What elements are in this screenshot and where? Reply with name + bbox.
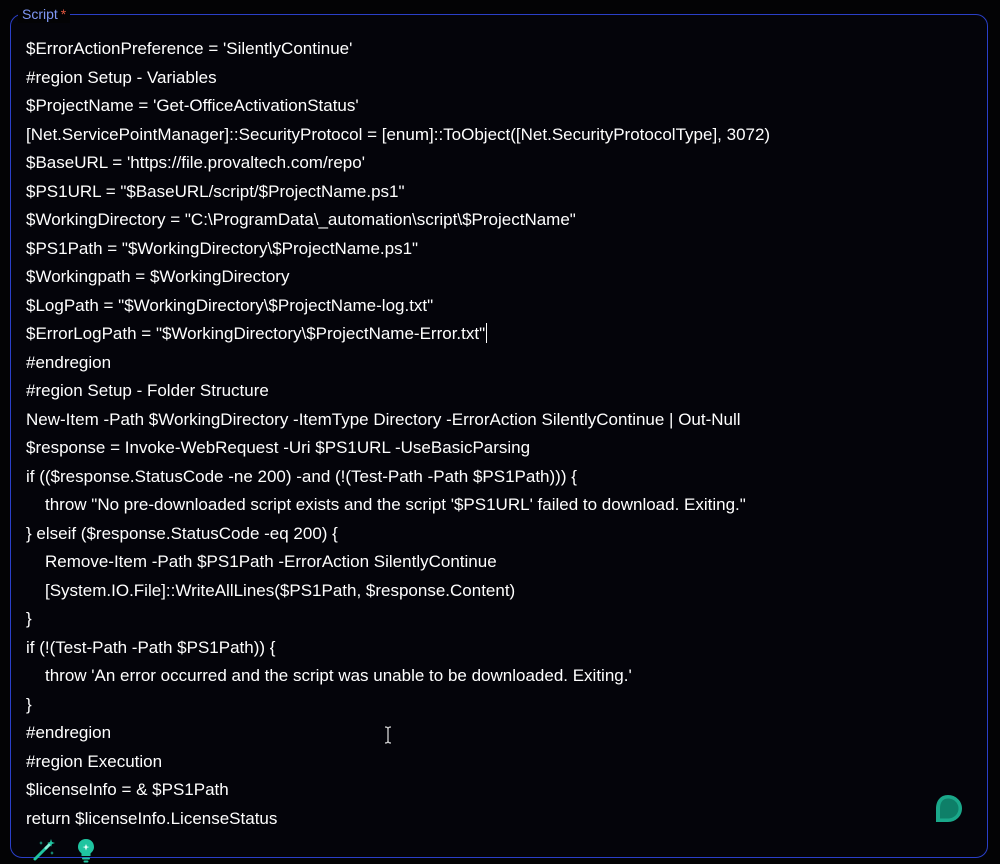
code-line-text: [Net.ServicePointManager]::SecurityProto…	[26, 124, 771, 144]
code-line-text: Remove-Item -Path $PS1Path -ErrorAction …	[45, 552, 497, 571]
lightbulb-button[interactable]	[72, 836, 100, 864]
code-line-text: #endregion	[26, 352, 112, 372]
code-line-text: $PS1URL = "$BaseURL/script/$ProjectName.…	[26, 181, 405, 201]
code-line: #region Setup - Variables	[26, 64, 976, 93]
code-line: $PS1Path = "$WorkingDirectory\$ProjectNa…	[26, 235, 976, 264]
code-line: #region Setup - Folder Structure	[26, 377, 976, 406]
lightbulb-icon	[78, 839, 94, 863]
code-line: $licenseInfo = & $PS1Path	[26, 776, 976, 805]
code-line-text: throw "No pre-downloaded script exists a…	[45, 495, 746, 514]
code-line-text: $PS1Path = "$WorkingDirectory\$ProjectNa…	[26, 238, 419, 258]
code-line: #region Execution	[26, 748, 976, 777]
code-line: if (($response.StatusCode -ne 200) -and …	[26, 463, 976, 492]
code-line: return $licenseInfo.LicenseStatus	[26, 805, 976, 834]
code-line-text: $ProjectName = 'Get-OfficeActivationStat…	[26, 96, 359, 115]
code-line-text: }	[26, 694, 32, 714]
text-cursor-icon	[384, 726, 392, 744]
code-line-text: $Workingpath = $WorkingDirectory	[26, 267, 290, 286]
code-line-text: throw 'An error occurred and the script …	[45, 666, 632, 685]
code-line-text: New-Item -Path $WorkingDirectory -ItemTy…	[26, 409, 741, 429]
code-line: $ErrorLogPath = "$WorkingDirectory\$Proj…	[26, 320, 976, 349]
code-line: throw "No pre-downloaded script exists a…	[26, 491, 976, 520]
code-line: if (!(Test-Path -Path $PS1Path)) {	[26, 634, 976, 663]
code-line-text: if (!(Test-Path -Path $PS1Path)) {	[26, 637, 276, 657]
code-line: $response = Invoke-WebRequest -Uri $PS1U…	[26, 434, 976, 463]
code-line: $PS1URL = "$BaseURL/script/$ProjectName.…	[26, 178, 976, 207]
code-line-text: #region Execution	[26, 751, 163, 771]
code-line-text: $BaseURL = 'https://file.provaltech.com/…	[26, 153, 365, 172]
code-line: throw 'An error occurred and the script …	[26, 662, 976, 691]
code-line: }	[26, 605, 976, 634]
code-line: New-Item -Path $WorkingDirectory -ItemTy…	[26, 406, 976, 435]
code-line: #endregion	[26, 719, 976, 748]
code-line: #endregion	[26, 349, 976, 378]
code-line: $ProjectName = 'Get-OfficeActivationStat…	[26, 92, 976, 121]
code-line: } elseif ($response.StatusCode -eq 200) …	[26, 520, 976, 549]
code-line: $WorkingDirectory = "C:\ProgramData\_aut…	[26, 206, 976, 235]
script-label-text: Script	[22, 6, 58, 22]
code-line-text: }	[26, 609, 32, 628]
code-line-text: } elseif ($response.StatusCode -eq 200) …	[26, 523, 338, 543]
code-line: }	[26, 691, 976, 720]
code-line: [System.IO.File]::WriteAllLines($PS1Path…	[26, 577, 976, 606]
code-line-text: $response = Invoke-WebRequest -Uri $PS1U…	[26, 438, 531, 457]
code-line-text: $WorkingDirectory = "C:\ProgramData\_aut…	[26, 210, 576, 229]
code-line: [Net.ServicePointManager]::SecurityProto…	[26, 121, 976, 150]
required-marker: *	[60, 6, 67, 22]
code-line-text: return $licenseInfo.LicenseStatus	[26, 808, 278, 828]
code-line: $Workingpath = $WorkingDirectory	[26, 263, 976, 292]
code-line-text: #region Setup - Folder Structure	[26, 381, 269, 400]
script-editor[interactable]: $ErrorActionPreference = 'SilentlyContin…	[26, 35, 976, 835]
chat-bubble-icon[interactable]	[932, 793, 964, 825]
code-line-text: if (($response.StatusCode -ne 200) -and …	[26, 466, 577, 486]
code-line-text: #region Setup - Variables	[26, 67, 217, 87]
code-line-text: #endregion	[26, 723, 112, 742]
code-line-text: $licenseInfo = & $PS1Path	[26, 780, 229, 799]
code-line-text: $LogPath = "$WorkingDirectory\$ProjectNa…	[26, 295, 434, 315]
code-line: $LogPath = "$WorkingDirectory\$ProjectNa…	[26, 292, 976, 321]
code-line-text: $ErrorActionPreference = 'SilentlyContin…	[26, 39, 353, 58]
code-line: Remove-Item -Path $PS1Path -ErrorAction …	[26, 548, 976, 577]
code-line-text: [System.IO.File]::WriteAllLines($PS1Path…	[45, 580, 516, 600]
magic-wand-icon	[33, 839, 55, 861]
code-line-text: $ErrorLogPath = "$WorkingDirectory\$Proj…	[26, 324, 486, 343]
text-caret	[486, 323, 488, 343]
code-line: $BaseURL = 'https://file.provaltech.com/…	[26, 149, 976, 178]
code-line: $ErrorActionPreference = 'SilentlyContin…	[26, 35, 976, 64]
magic-wand-button[interactable]	[30, 836, 58, 864]
editor-toolbar	[30, 836, 100, 864]
script-field-label: Script *	[18, 5, 71, 23]
